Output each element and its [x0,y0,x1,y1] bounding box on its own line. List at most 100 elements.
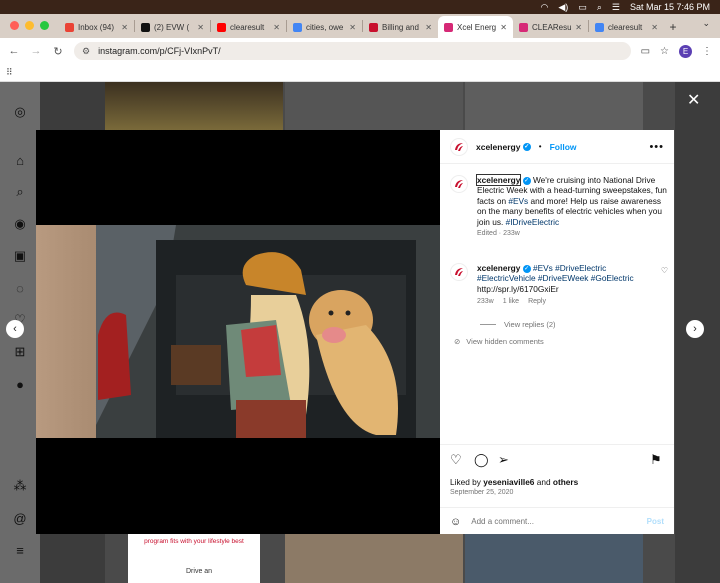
close-tab-icon[interactable]: ✕ [273,23,280,32]
url-text: instagram.com/p/CFj-VIxnPvT/ [98,46,221,56]
more-options-icon[interactable]: ••• [649,141,664,153]
feed-tile [465,82,643,130]
tab-x[interactable]: (2) EVW (✕ [135,16,210,38]
instagram-page: ◎ ⌂ ⌕ ◉ ▣ ◌ ♡ ⊞ ● ⁂ @ ≡ program fits wit… [0,82,720,583]
add-comment-bar: ☺ Add a comment... Post [440,507,674,535]
close-tab-icon[interactable]: ✕ [197,23,204,32]
tab-billing[interactable]: Billing and ✕ [363,16,438,38]
like-heart-icon[interactable]: ♡ [450,452,462,468]
messenger-icon[interactable]: ◌ [12,280,28,296]
follow-button[interactable]: Follow [550,142,577,152]
bookmarks-bar: ⠿ [0,64,720,82]
create-plus-icon[interactable]: ⊞ [12,344,28,360]
menu-dots-icon[interactable]: ⋮ [702,46,712,57]
hashtag-idriveelectric[interactable]: #IDriveElectric [506,217,559,227]
battery-icon[interactable]: ▭ [578,2,587,13]
comment-username[interactable]: xcelenergy [477,263,520,273]
wifi-icon[interactable]: ◠ [541,2,549,13]
close-tab-icon[interactable]: ✕ [349,23,356,32]
more-menu-icon[interactable]: ≡ [12,542,28,558]
caption-meta: Edited · 233w [477,230,520,238]
close-modal-icon[interactable]: ✕ [687,90,700,110]
replies-divider [480,324,496,325]
x-icon [141,22,150,32]
tab-google-clearesult[interactable]: clearesult ✕ [589,16,664,38]
tab-search-chevron-icon[interactable]: ⌄ [702,18,720,35]
post-details-panel: xcelenergy ✓ • Follow ••• xcelenergy ✓ W… [440,130,674,534]
reload-icon[interactable]: ↻ [52,45,64,58]
previous-post-arrow-icon[interactable]: ‹ [6,320,24,338]
xcel-avatar[interactable] [450,175,468,193]
bookmark-star-icon[interactable]: ☆ [660,46,669,57]
comment-likes[interactable]: 1 like [503,298,519,305]
post-media[interactable] [36,130,440,534]
google-icon [595,22,604,32]
site-info-icon[interactable]: ⚙ [82,46,90,57]
meta-threads-icon[interactable]: ⁂ [12,478,28,494]
tab-clearesult-instagram[interactable]: CLEAResul ✕ [513,16,588,38]
new-tab-button[interactable]: + [664,16,682,38]
view-replies-button[interactable]: View replies (2) [480,320,556,329]
share-send-icon[interactable]: ➢ [498,452,509,468]
post-comment-button[interactable]: Post [647,517,664,526]
xcel-logo-icon [455,142,463,151]
apps-grid-icon[interactable]: ⠿ [6,67,13,78]
promo-text: program fits with your lifestyle best [144,538,244,545]
search-icon[interactable]: ⌕ [12,184,28,200]
profile-avatar-icon[interactable]: ● [12,376,28,392]
zoom-window-button[interactable] [40,21,49,30]
close-tab-icon[interactable]: ✕ [651,23,658,32]
comment-reply-button[interactable]: Reply [528,298,546,305]
hashtag-evs[interactable]: #EVs [508,196,528,206]
close-tab-icon[interactable]: ✕ [425,23,432,32]
next-post-arrow-icon[interactable]: › [686,320,704,338]
close-tab-icon[interactable]: ✕ [575,23,582,32]
feed-tile [285,534,463,583]
feed-tile [105,82,283,130]
close-tab-icon[interactable]: ✕ [500,23,507,32]
instagram-icon [519,22,528,32]
view-hidden-comments-button[interactable]: ⊘ View hidden comments [454,337,544,346]
control-center-icon[interactable]: ☰ [612,2,620,13]
tab-xcel-instagram[interactable]: Xcel Energ ✕ [438,16,513,38]
tab-inbox[interactable]: Inbox (94) ✕ [59,16,134,38]
comment-like-heart-icon[interactable]: ♡ [661,266,668,275]
reels-icon[interactable]: ▣ [12,248,28,264]
emoji-icon[interactable]: ☺ [450,516,461,528]
caption-text: xcelenergy ✓ We're cruising into Nationa… [475,174,667,227]
back-arrow-icon[interactable]: ← [8,45,20,57]
forward-arrow-icon[interactable]: → [30,45,42,57]
home-icon[interactable]: ⌂ [12,152,28,168]
save-bookmark-icon[interactable]: ⚑ [650,452,662,468]
liked-by[interactable]: Liked by yeseniaville6 and others [450,477,578,487]
tab-google-cities[interactable]: cities, owe ✕ [287,16,362,38]
post-photo [36,225,440,438]
xcel-logo-icon [455,180,463,188]
search-icon[interactable]: ⌕ [597,2,602,13]
window-controls [0,21,59,38]
feed-promo-tile: program fits with your lifestyle best Dr… [128,532,260,583]
minimize-window-button[interactable] [25,21,34,30]
explore-icon[interactable]: ◉ [12,216,28,232]
menu-bar: ◠ ◀) ▭ ⌕ ☰ Sat Mar 15 7:46 PM [0,0,720,14]
threads-icon[interactable]: @ [12,510,28,526]
comment-link[interactable]: http://spr.ly/6170GxiEr [477,284,559,294]
profile-avatar[interactable]: E [679,44,692,58]
close-window-button[interactable] [10,21,19,30]
comment-item: xcelenergy ✓ #EVs #DriveElectric #Electr… [450,263,668,305]
xcel-avatar[interactable] [450,263,468,281]
volume-icon[interactable]: ◀) [558,2,568,13]
close-tab-icon[interactable]: ✕ [121,23,128,32]
address-bar[interactable]: ⚙ instagram.com/p/CFj-VIxnPvT/ [74,42,631,60]
comment-bubble-icon[interactable]: ◯ [474,452,489,468]
caption-username[interactable]: xcelenergy [475,174,522,186]
xcel-avatar[interactable] [450,137,468,156]
cast-icon[interactable]: ▭ [641,46,650,57]
gmail-icon [65,22,74,32]
comment-age: 233w [477,298,494,306]
post-username[interactable]: xcelenergy ✓ [476,142,531,152]
add-comment-input[interactable]: Add a comment... [471,517,534,526]
instagram-logo-icon[interactable]: ◎ [12,104,28,120]
eye-off-icon: ⊘ [454,337,461,346]
tab-youtube[interactable]: clearesult ✕ [211,16,286,38]
